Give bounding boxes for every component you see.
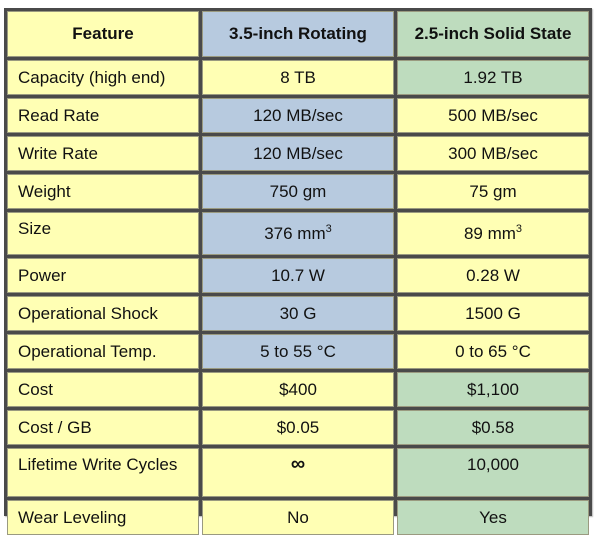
table-row: Cost $400 $1,100 xyxy=(7,372,589,407)
feature-cell: Cost / GB xyxy=(7,410,199,445)
hdd-size-value: 376 mm xyxy=(264,223,326,243)
header-feature: Feature xyxy=(7,11,199,57)
feature-cell: Cost xyxy=(7,372,199,407)
table-row: Lifetime Write Cycles ∞ 10,000 xyxy=(7,448,589,497)
table-row: Power 10.7 W 0.28 W xyxy=(7,258,589,293)
cubed-superscript: 3 xyxy=(325,222,332,235)
ssd-cell: $0.58 xyxy=(397,410,589,445)
table-row: Operational Shock 30 G 1500 G xyxy=(7,296,589,331)
table-row: Capacity (high end) 8 TB 1.92 TB xyxy=(7,60,589,95)
table-row: Weight 750 gm 75 gm xyxy=(7,174,589,209)
header-hdd: 3.5-inch Rotating xyxy=(202,11,394,57)
ssd-cell: 89 mm3 xyxy=(397,212,589,255)
hdd-cell: ∞ xyxy=(202,448,394,497)
hdd-vs-ssd-comparison-table: Feature 3.5-inch Rotating 2.5-inch Solid… xyxy=(4,8,592,538)
ssd-cell: 0.28 W xyxy=(397,258,589,293)
ssd-cell: 1.92 TB xyxy=(397,60,589,95)
ssd-cell: 300 MB/sec xyxy=(397,136,589,171)
ssd-cell: 0 to 65 °C xyxy=(397,334,589,369)
table-header-row: Feature 3.5-inch Rotating 2.5-inch Solid… xyxy=(7,11,589,57)
hdd-cell: $400 xyxy=(202,372,394,407)
ssd-size-value: 89 mm xyxy=(463,223,516,243)
hdd-cell: 120 MB/sec xyxy=(202,136,394,171)
hdd-cell: 8 TB xyxy=(202,60,394,95)
table-row: Size 376 mm3 89 mm3 xyxy=(7,212,589,255)
header-ssd: 2.5-inch Solid State xyxy=(397,11,589,57)
comparison-table-frame: Feature 3.5-inch Rotating 2.5-inch Solid… xyxy=(4,8,592,535)
feature-cell: Weight xyxy=(7,174,199,209)
feature-cell: Size xyxy=(7,212,199,255)
table-row: Operational Temp. 5 to 55 °C 0 to 65 °C xyxy=(7,334,589,369)
table-row: Write Rate 120 MB/sec 300 MB/sec xyxy=(7,136,589,171)
hdd-cell: 30 G xyxy=(202,296,394,331)
table-row: Read Rate 120 MB/sec 500 MB/sec xyxy=(7,98,589,133)
hdd-cell: $0.05 xyxy=(202,410,394,445)
hdd-cell: 376 mm3 xyxy=(202,212,394,255)
feature-cell: Operational Shock xyxy=(7,296,199,331)
ssd-cell: 1500 G xyxy=(397,296,589,331)
feature-cell: Power xyxy=(7,258,199,293)
feature-cell: Write Rate xyxy=(7,136,199,171)
ssd-cell: 500 MB/sec xyxy=(397,98,589,133)
hdd-cell: 120 MB/sec xyxy=(202,98,394,133)
table-row: Cost / GB $0.05 $0.58 xyxy=(7,410,589,445)
infinity-symbol: ∞ xyxy=(290,453,306,475)
ssd-cell: 75 gm xyxy=(397,174,589,209)
feature-cell: Capacity (high end) xyxy=(7,60,199,95)
cubed-superscript: 3 xyxy=(515,222,523,235)
feature-cell: Lifetime Write Cycles xyxy=(7,448,199,497)
feature-cell: Read Rate xyxy=(7,98,199,133)
hdd-cell: 750 gm xyxy=(202,174,394,209)
ssd-cell: 10,000 xyxy=(397,448,589,497)
feature-cell: Operational Temp. xyxy=(7,334,199,369)
hdd-cell: 10.7 W xyxy=(202,258,394,293)
ssd-cell: $1,100 xyxy=(397,372,589,407)
hdd-cell: 5 to 55 °C xyxy=(202,334,394,369)
